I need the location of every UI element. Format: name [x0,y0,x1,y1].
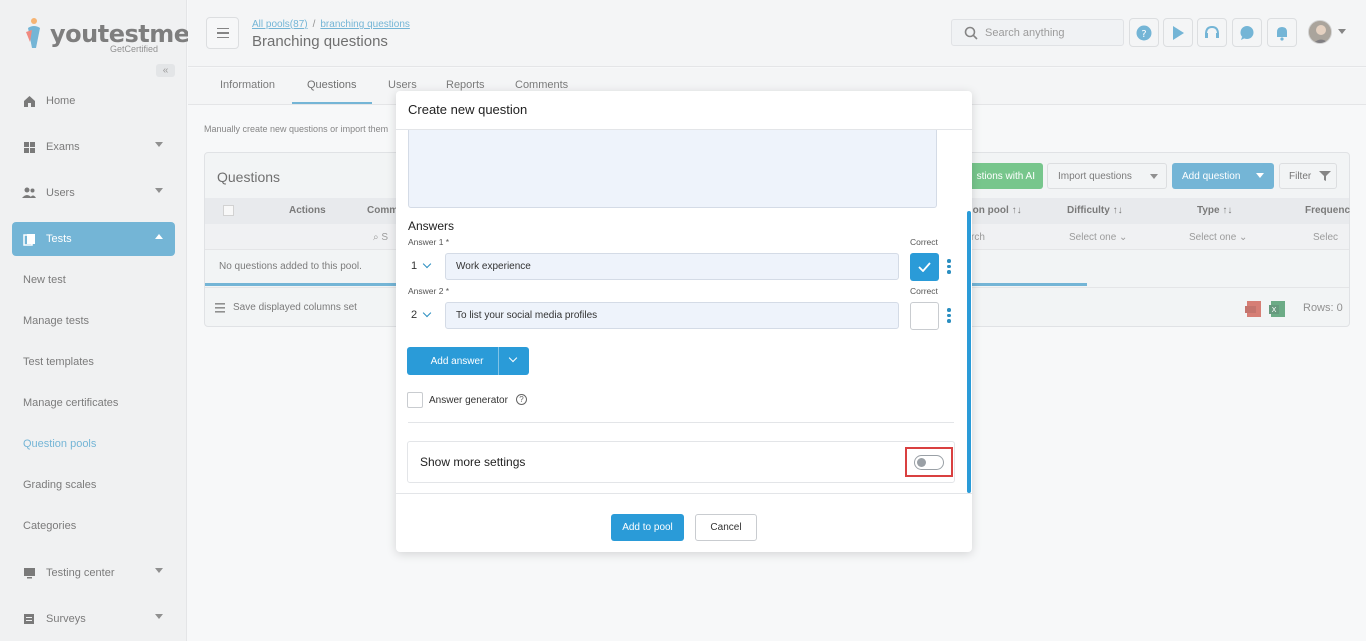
toggle-knob [917,458,926,467]
correct-label: Correct [910,286,938,296]
checkmark-icon [918,262,931,272]
dialog-title: Create new question [408,102,528,117]
show-more-settings-label: Show more settings [420,455,526,469]
add-to-pool-button[interactable]: Add to pool [611,514,684,541]
question-mark-icon[interactable]: ? [516,394,527,405]
chevron-down-icon[interactable] [508,353,518,363]
split-divider [498,347,499,375]
answer-1-input[interactable]: Work experience [445,253,899,280]
answer-2-number[interactable]: 2 [411,309,417,321]
answer-generator-checkbox[interactable] [407,392,423,408]
add-answer-label: Add answer [430,355,484,367]
question-text-area[interactable] [408,130,937,208]
answer-1-correct-checkbox[interactable] [910,253,939,281]
chevron-down-icon[interactable] [422,308,432,318]
answer-1-more-icon[interactable] [947,259,951,274]
dialog-scrollbar[interactable] [967,211,971,493]
answer-1-number[interactable]: 1 [411,260,417,272]
answer-2-input[interactable]: To list your social media profiles [445,302,899,329]
correct-label: Correct [910,237,938,247]
create-question-dialog: Create new question Answers Answer 1 * C… [396,91,972,552]
answer-generator-label: Answer generator [429,395,508,406]
dialog-footer-divider [396,493,972,494]
add-answer-button[interactable]: Add answer [407,347,529,375]
show-more-settings-toggle[interactable] [914,455,944,470]
answer-2-correct-checkbox[interactable] [910,302,939,330]
cancel-button[interactable]: Cancel [695,514,757,541]
answer-2-label: Answer 2 * [408,286,450,296]
section-divider [408,422,954,423]
answer-2-more-icon[interactable] [947,308,951,323]
chevron-down-icon[interactable] [422,259,432,269]
answer-1-label: Answer 1 * [408,237,450,247]
toggle-highlight [905,447,953,477]
answers-heading: Answers [408,219,455,233]
show-more-settings-panel: Show more settings [407,441,955,483]
